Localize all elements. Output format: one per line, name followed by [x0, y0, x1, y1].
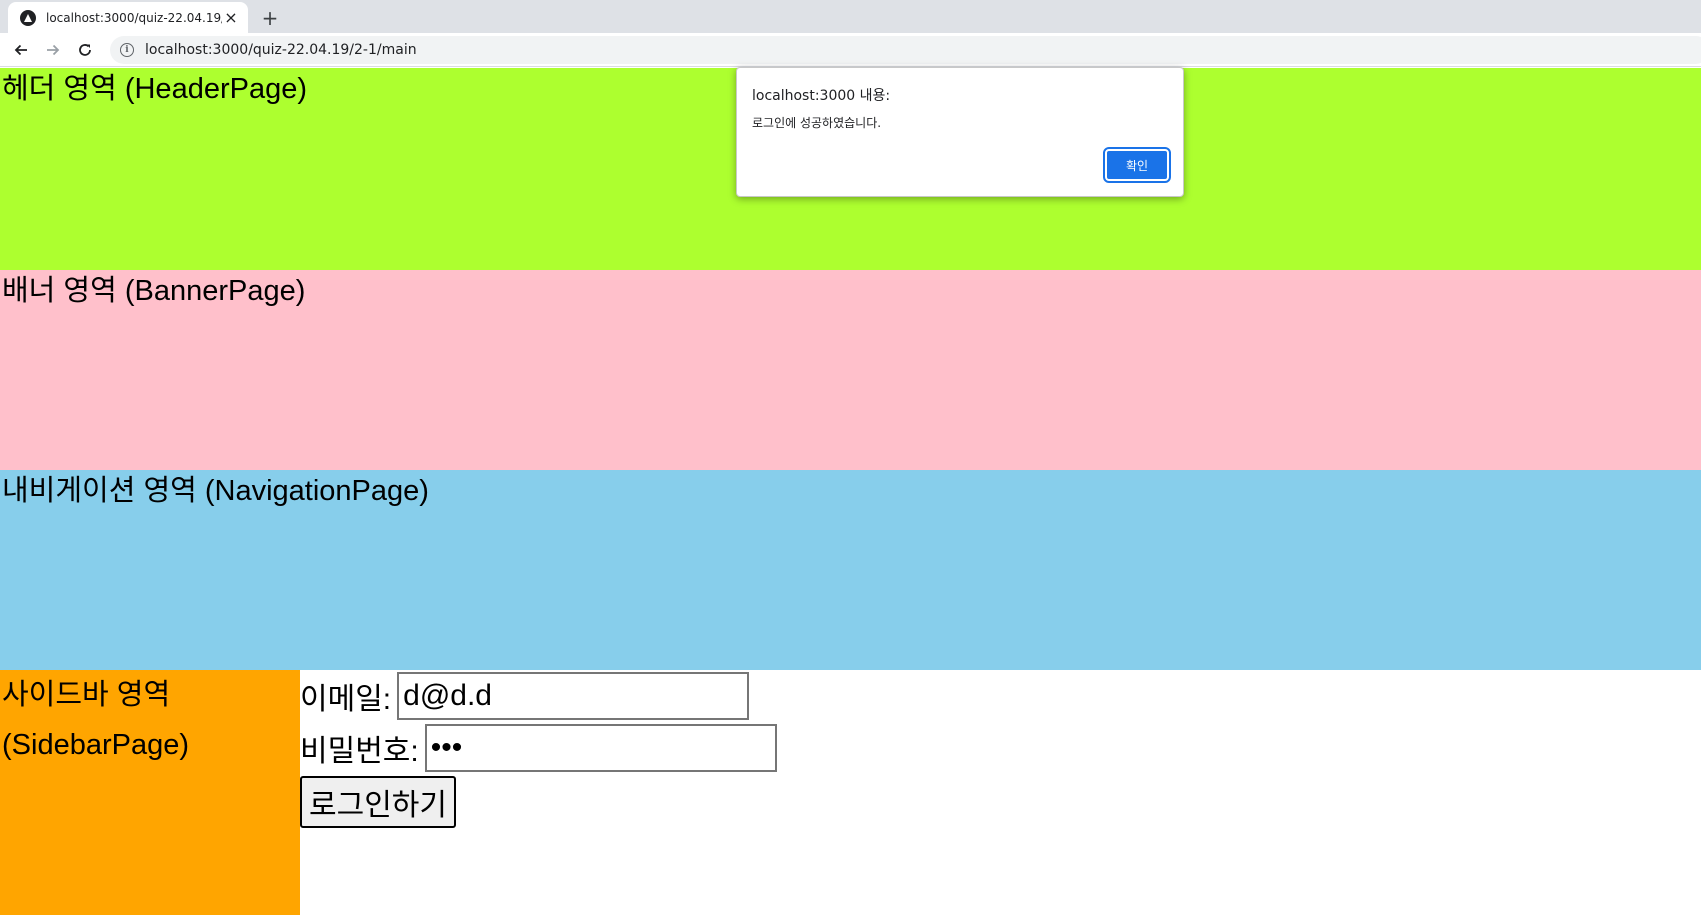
password-input[interactable]: [424, 724, 777, 772]
email-input[interactable]: [397, 672, 750, 720]
sidebar-label-line1: 사이드바 영역: [2, 679, 171, 711]
alert-dialog: localhost:3000 내용: 로그인에 성공하였습니다. 확인: [736, 67, 1184, 197]
sidebar-label-line2: (SidebarPage): [2, 729, 189, 761]
browser-tab[interactable]: localhost:3000/quiz-22.04.19/2- ×: [8, 2, 248, 33]
forward-arrow-icon: [45, 42, 61, 58]
sidebar-section: 사이드바 영역 (SidebarPage): [0, 670, 300, 915]
banner-section: 배너 영역 (BannerPage): [0, 270, 1701, 470]
browser-tab-strip: localhost:3000/quiz-22.04.19/2- × +: [0, 0, 1701, 33]
alert-ok-button[interactable]: 확인: [1103, 147, 1171, 183]
email-row: 이메일:: [300, 670, 1701, 722]
password-label: 비밀번호:: [300, 735, 419, 768]
favicon-icon: [20, 9, 36, 26]
close-tab-icon[interactable]: ×: [222, 8, 240, 27]
browser-toolbar: i localhost:3000/quiz-22.04.19/2-1/main: [0, 33, 1701, 67]
password-row: 비밀번호:: [300, 722, 1701, 774]
alert-message: 로그인에 성공하였습니다.: [752, 116, 882, 130]
login-button[interactable]: 로그인하기: [300, 776, 456, 828]
address-bar[interactable]: i localhost:3000/quiz-22.04.19/2-1/main: [110, 36, 1701, 64]
reload-button[interactable]: [73, 38, 97, 62]
email-label: 이메일:: [300, 683, 392, 716]
forward-button[interactable]: [41, 38, 65, 62]
site-info-icon[interactable]: i: [120, 43, 134, 57]
tab-title: localhost:3000/quiz-22.04.19/2-: [46, 10, 222, 25]
navigation-section: 내비게이션 영역 (NavigationPage): [0, 470, 1701, 670]
login-form: 이메일: 비밀번호: 로그인하기: [300, 670, 1701, 915]
back-arrow-icon: [13, 42, 29, 58]
reload-icon: [77, 42, 93, 58]
alert-title: localhost:3000 내용:: [752, 88, 891, 104]
new-tab-button[interactable]: +: [258, 6, 282, 30]
back-button[interactable]: [9, 38, 33, 62]
banner-label: 배너 영역 (BannerPage): [2, 275, 306, 307]
navigation-label: 내비게이션 영역 (NavigationPage): [2, 475, 429, 507]
address-url: localhost:3000/quiz-22.04.19/2-1/main: [145, 42, 417, 58]
